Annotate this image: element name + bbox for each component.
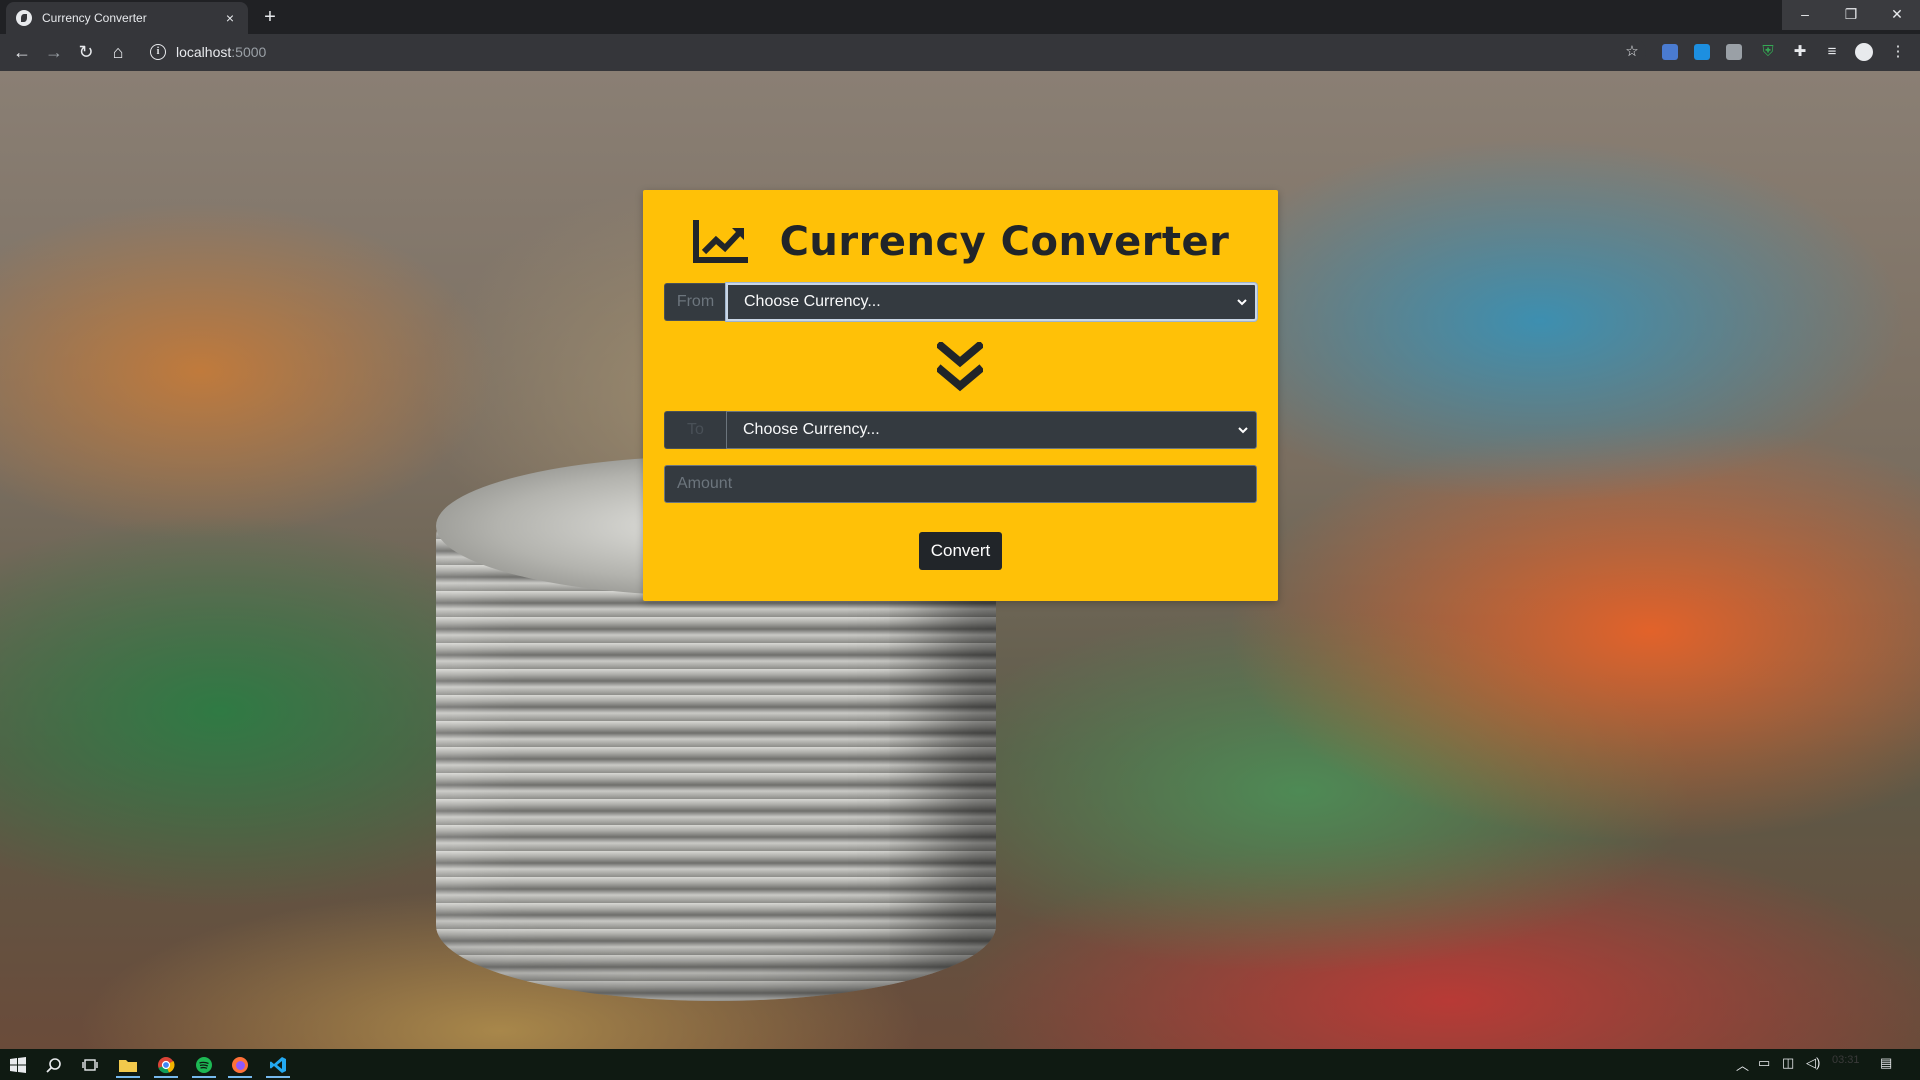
file-explorer-icon[interactable] <box>112 1052 144 1078</box>
battery-icon[interactable]: ▭ <box>1758 1055 1770 1071</box>
converter-header: Currency Converter <box>643 212 1278 272</box>
search-icon[interactable] <box>38 1052 70 1078</box>
tray-chevron-up-icon[interactable]: ︿ <box>1736 1055 1749 1074</box>
new-tab-button[interactable]: + <box>258 6 282 30</box>
from-currency-group: From Choose Currency... <box>664 283 1257 321</box>
tab-favicon-icon <box>16 10 32 26</box>
address-bar[interactable]: i localhost :5000 <box>146 38 1646 66</box>
from-label: From <box>664 283 726 321</box>
site-info-icon[interactable]: i <box>150 44 166 60</box>
firefox-icon[interactable] <box>224 1052 256 1078</box>
spotify-icon[interactable] <box>188 1052 220 1078</box>
to-currency-value: Choose Currency... <box>743 421 880 438</box>
shield-extension-icon[interactable]: ⛨ <box>1758 42 1778 62</box>
browser-menu-icon[interactable]: ⋮ <box>1888 42 1908 62</box>
to-currency-select[interactable]: Choose Currency... <box>726 411 1257 449</box>
chevron-down-icon <box>1237 299 1247 306</box>
chrome-icon[interactable] <box>150 1052 182 1078</box>
twitter-extension-icon[interactable] <box>1694 44 1710 60</box>
task-view-icon[interactable] <box>74 1052 106 1078</box>
reload-button[interactable]: ↻ <box>74 40 98 64</box>
network-icon[interactable]: ◫ <box>1782 1055 1794 1071</box>
reading-list-icon[interactable]: ≡ <box>1822 42 1842 62</box>
window-maximize-button[interactable]: ❐ <box>1828 0 1874 30</box>
url-host: localhost <box>176 44 232 60</box>
page-background: Currency Converter From Choose Currency.… <box>0 71 1920 1049</box>
window-close-button[interactable]: ✕ <box>1874 0 1920 30</box>
to-currency-group: To Choose Currency... <box>664 411 1257 449</box>
notifications-icon[interactable]: ▤ <box>1880 1055 1892 1071</box>
page-title: Currency Converter <box>779 219 1230 265</box>
taskbar: ︿ ▭ ◫ ◁) 03:31 ▤ <box>0 1049 1920 1080</box>
vscode-icon[interactable] <box>262 1052 294 1078</box>
from-currency-select[interactable]: Choose Currency... <box>726 283 1257 321</box>
extensions-puzzle-icon[interactable]: ✚ <box>1790 42 1810 62</box>
browser-tab-strip: Currency Converter × + – ❐ ✕ <box>0 0 1920 34</box>
from-currency-value: Choose Currency... <box>744 293 881 310</box>
bookmark-star-icon[interactable]: ☆ <box>1622 42 1642 62</box>
translate-extension-icon[interactable] <box>1662 44 1678 60</box>
double-chevron-down-icon <box>937 342 983 392</box>
volume-icon[interactable]: ◁) <box>1806 1055 1820 1071</box>
forward-button[interactable]: → <box>42 40 66 64</box>
chevron-down-icon <box>1238 427 1248 434</box>
amount-placeholder: Amount <box>677 475 733 492</box>
convert-button[interactable]: Convert <box>919 532 1002 570</box>
tab-title: Currency Converter <box>42 11 147 25</box>
browser-toolbar: ← → ↻ ⌂ i localhost :5000 ☆ ⛨ ✚ ≡ ⋮ <box>0 34 1920 71</box>
image-extension-icon[interactable] <box>1726 44 1742 60</box>
url-port: :5000 <box>231 44 267 60</box>
browser-tab[interactable]: Currency Converter × <box>6 2 248 34</box>
converter-card: Currency Converter From Choose Currency.… <box>643 190 1278 601</box>
back-button[interactable]: ← <box>10 40 34 64</box>
windows-start-icon[interactable] <box>2 1052 34 1078</box>
to-label: To <box>664 411 726 449</box>
taskbar-clock[interactable]: 03:31 <box>1832 1054 1860 1066</box>
tab-close-icon[interactable]: × <box>222 10 238 26</box>
home-button[interactable]: ⌂ <box>106 40 130 64</box>
profile-avatar[interactable] <box>1855 43 1873 61</box>
chart-line-icon <box>692 220 748 263</box>
window-minimize-button[interactable]: – <box>1782 0 1828 30</box>
amount-input[interactable]: Amount <box>664 465 1257 503</box>
